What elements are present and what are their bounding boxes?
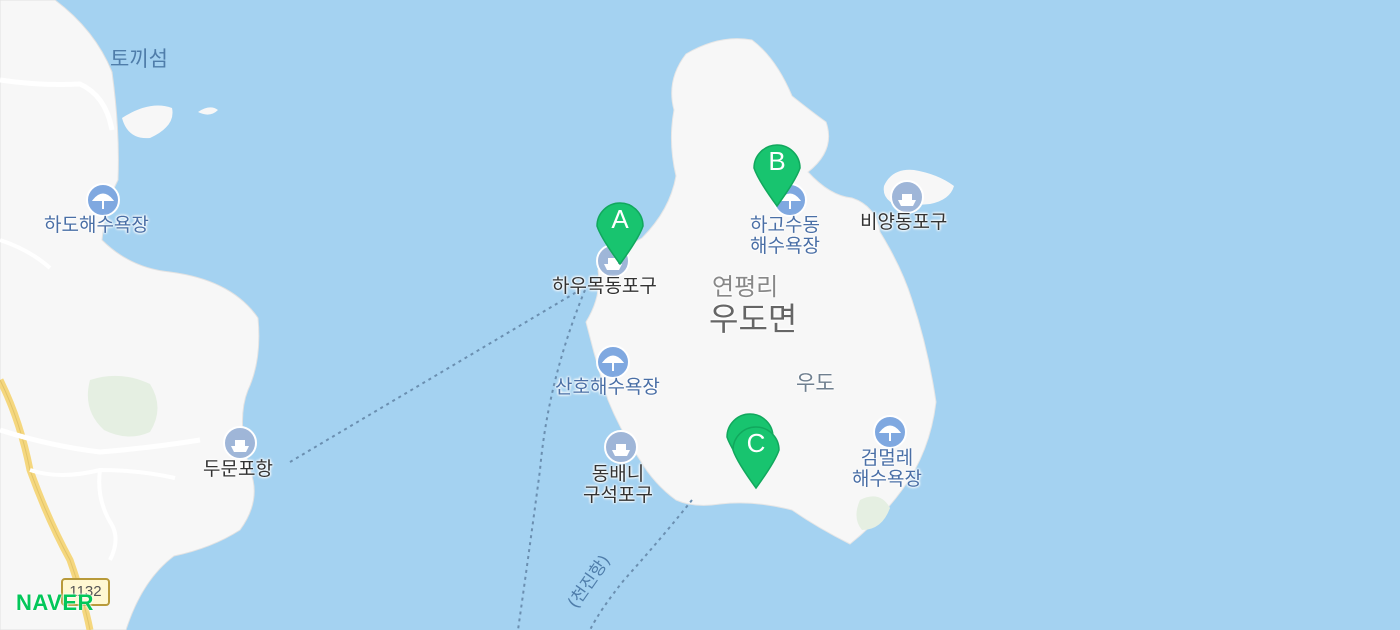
place-label-dumun-port[interactable]: 두문포항 xyxy=(203,458,273,480)
naver-logo[interactable]: NAVER xyxy=(16,590,94,616)
marker-letter-a: A xyxy=(611,204,629,234)
area-label-yeonpyeong: 연평리 xyxy=(712,273,779,301)
place-label-tokkiseom: 토끼섬 xyxy=(110,47,168,71)
place-label-haumok-port[interactable]: 하우목동포구 xyxy=(552,275,657,297)
island-label-udo: 우도 xyxy=(796,371,835,395)
beach-umbrella-icon[interactable] xyxy=(86,183,120,217)
map-base xyxy=(0,0,1400,630)
ferry-icon[interactable] xyxy=(890,180,924,214)
map-canvas[interactable]: 토끼섬 하도해수욕장 하우목동포구 하고수동 해수욕장 비양동포구 연평리 우도… xyxy=(0,0,1400,630)
beach-umbrella-icon[interactable] xyxy=(596,345,630,379)
area-label-udo-myeon: 우도면 xyxy=(709,300,798,338)
map-pin-icon[interactable]: A xyxy=(593,194,647,266)
place-label-hagosu-beach[interactable]: 하고수동 해수욕장 xyxy=(750,214,820,258)
marker-letter-c: C xyxy=(746,428,766,458)
place-label-geommeolle-beach[interactable]: 검멀레 해수욕장 xyxy=(852,447,922,491)
map-pin-icon[interactable]: B xyxy=(750,136,804,208)
ferry-icon[interactable] xyxy=(604,430,638,464)
place-label-dongbaeni-port[interactable]: 동배니 구석포구 xyxy=(583,463,653,507)
beach-umbrella-icon[interactable] xyxy=(873,415,907,449)
map-pin-icon[interactable]: C xyxy=(729,418,783,490)
marker-letter-b: B xyxy=(768,146,786,176)
ferry-icon[interactable] xyxy=(223,426,257,460)
place-label-sanho-beach[interactable]: 산호해수욕장 xyxy=(555,376,660,398)
place-label-biyang-port[interactable]: 비양동포구 xyxy=(860,211,947,233)
place-label-hado-beach[interactable]: 하도해수욕장 xyxy=(44,214,149,236)
